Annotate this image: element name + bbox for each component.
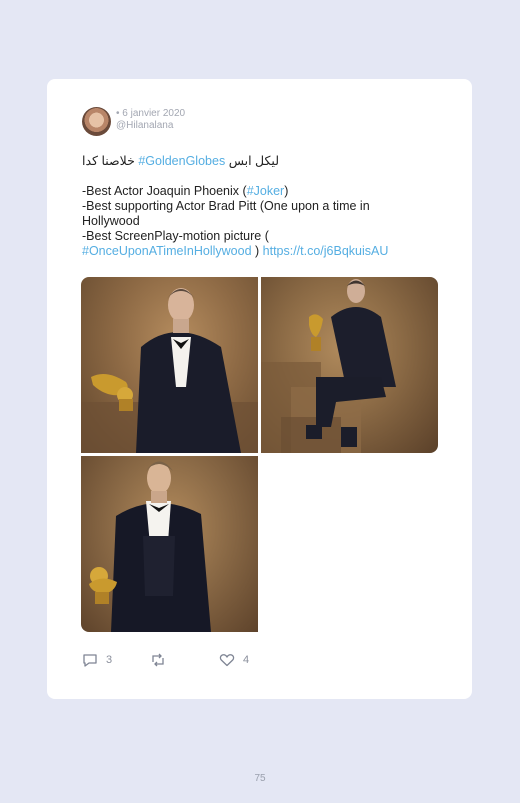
- tweet-text: خلاصنا كدا #GoldenGlobes ليكل ابس -Best …: [82, 154, 442, 259]
- tweet-line-2: -Best supporting Actor Brad Pitt (One up…: [82, 199, 370, 213]
- like-count: 4: [243, 654, 250, 666]
- tweet-line-5: #OnceUponATimeInHollywood ) https://t.co…: [82, 244, 442, 259]
- arabic-text-prefix: خلاصنا كدا: [82, 154, 135, 168]
- tweet-line-4: -Best ScreenPlay-motion picture (: [82, 229, 269, 243]
- heart-icon: [219, 654, 235, 667]
- tweet-photo-2[interactable]: [261, 277, 438, 453]
- tweet-photo-3[interactable]: [81, 456, 258, 632]
- tweet-meta: • 6 janvier 2020 @Hilanalana: [116, 108, 185, 132]
- retweet-icon: [152, 653, 164, 667]
- reply-action[interactable]: 3: [82, 653, 112, 667]
- tweet-text-segment: -Best Actor Joaquin Phoenix (: [82, 184, 247, 198]
- tweet-text-segment: ): [251, 244, 263, 258]
- like-action[interactable]: 4: [219, 653, 249, 667]
- tweet-line-3: Hollywood: [82, 214, 140, 228]
- tweet-line-arabic: خلاصنا كدا #GoldenGlobes ليكل ابس: [82, 154, 442, 169]
- reply-icon: [83, 654, 97, 667]
- photo-actor-trophy-2: [89, 461, 211, 632]
- tweet-photo-1[interactable]: [81, 277, 258, 453]
- tweet-url-link[interactable]: https://t.co/j6BqkuisAU: [263, 244, 389, 258]
- photo-seated-man: [261, 279, 396, 453]
- avatar[interactable]: [82, 107, 111, 136]
- hashtag-onceupon[interactable]: #OnceUponATimeInHollywood: [82, 244, 252, 258]
- hashtag-joker[interactable]: #Joker: [247, 184, 285, 198]
- page-number: 75: [254, 773, 266, 784]
- hashtag-goldenglobes[interactable]: #GoldenGlobes: [138, 154, 225, 168]
- tweet-text-segment: ): [284, 184, 289, 198]
- arabic-text-suffix: ليكل ابس: [228, 154, 279, 168]
- retweet-action[interactable]: [150, 653, 174, 667]
- tweet-card: • 6 janvier 2020 @Hilanalana خلاصنا كدا …: [47, 79, 472, 699]
- tweet-date: • 6 janvier 2020: [116, 108, 186, 119]
- tweet-handle[interactable]: @Hilanalana: [116, 120, 185, 132]
- reply-count: 3: [106, 654, 113, 666]
- photo-actor-trophy: [81, 288, 258, 453]
- tweet-line-1: -Best Actor Joaquin Phoenix (#Joker): [82, 184, 442, 199]
